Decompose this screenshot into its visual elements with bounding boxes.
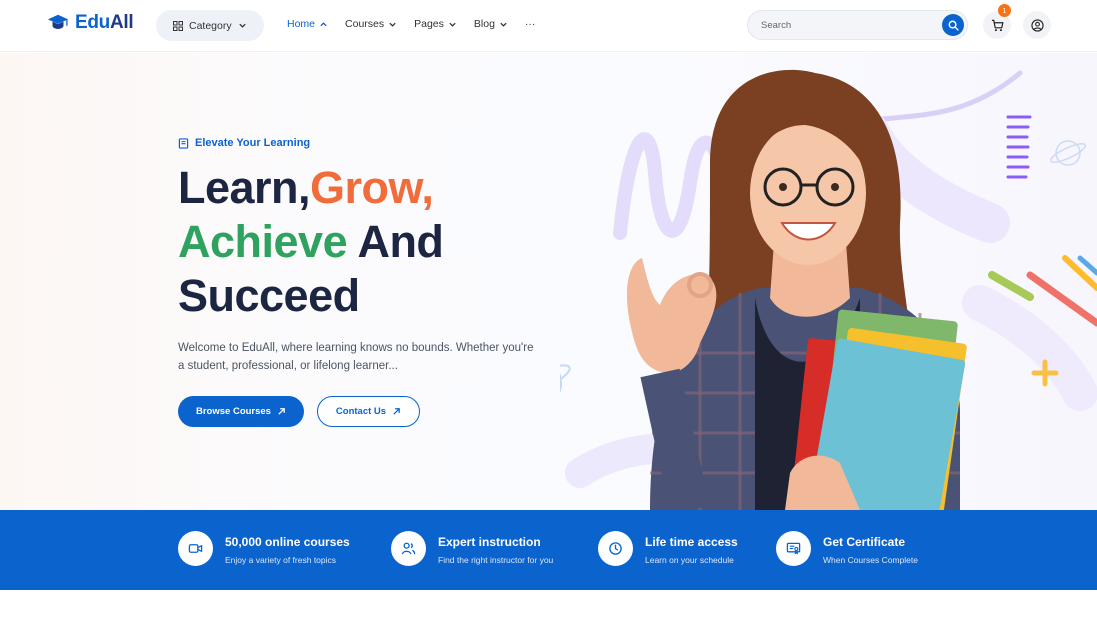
- feature-title: Get Certificate: [823, 535, 906, 549]
- planet-icon: [1049, 140, 1087, 166]
- hero-description: Welcome to EduAll, where learning knows …: [178, 342, 534, 372]
- book-icon: [178, 137, 189, 149]
- feature-title: Expert instruction: [438, 535, 541, 549]
- nav-item-pages[interactable]: Pages: [414, 18, 457, 30]
- user-icon: [1030, 18, 1044, 32]
- headline-word-accent: Achieve: [178, 216, 348, 267]
- chevron-up-icon: [320, 21, 327, 26]
- contact-us-button[interactable]: Contact Us: [317, 396, 420, 427]
- search-input[interactable]: [748, 11, 918, 39]
- feature-subtitle: When Courses Complete: [823, 555, 918, 565]
- planet-icon: [560, 364, 571, 402]
- certificate-icon: [776, 531, 811, 566]
- search-button[interactable]: [942, 14, 964, 36]
- hero-headline: Learn,Grow, Achieve And Succeed: [178, 161, 444, 323]
- features-bar: 50,000 online courses Enjoy a variety of…: [0, 510, 1097, 590]
- headline-word: Succeed: [178, 270, 360, 321]
- feature-expert-instruction: Expert instruction Find the right instru…: [391, 531, 553, 566]
- arrow-up-right-icon: [278, 408, 285, 415]
- graduation-cap-icon: [47, 14, 69, 29]
- feature-online-courses: 50,000 online courses Enjoy a variety of…: [178, 531, 350, 566]
- feature-lifetime-access: Life time access Learn on your schedule: [598, 531, 738, 566]
- clock-icon: [598, 531, 633, 566]
- chevron-down-icon: [449, 22, 456, 27]
- category-button[interactable]: Category: [156, 10, 264, 41]
- browse-courses-button[interactable]: Browse Courses: [178, 396, 304, 427]
- grid-icon: [173, 20, 183, 31]
- student-image: [626, 69, 967, 510]
- users-icon: [391, 531, 426, 566]
- cart-icon: [991, 19, 1003, 31]
- feature-title: Life time access: [645, 535, 738, 549]
- nav-item-courses[interactable]: Courses: [345, 18, 397, 30]
- user-account-button[interactable]: [1023, 11, 1051, 39]
- feature-title: 50,000 online courses: [225, 535, 350, 549]
- hero-illustration: [560, 69, 1097, 510]
- headline-word: Learn,: [178, 162, 311, 213]
- chevron-down-icon: [389, 22, 396, 27]
- feature-subtitle: Find the right instructor for you: [438, 555, 554, 565]
- cart-button[interactable]: 1: [983, 4, 1011, 39]
- nav-item-home[interactable]: Home: [287, 18, 328, 30]
- nav-item-blog[interactable]: Blog: [474, 18, 508, 30]
- headline-word: And: [347, 216, 444, 267]
- site-header: EduAll Category Home Courses Pages Blog: [0, 0, 1097, 52]
- headline-word-accent: Grow,: [310, 162, 434, 213]
- search-box: [747, 10, 968, 40]
- chevron-down-icon: [500, 22, 507, 27]
- more-menu-button[interactable]: ···: [525, 18, 536, 30]
- feature-subtitle: Learn on your schedule: [645, 555, 734, 565]
- feature-subtitle: Enjoy a variety of fresh topics: [225, 555, 337, 565]
- cart-count-badge: 1: [998, 4, 1011, 17]
- category-label: Category: [189, 19, 232, 32]
- logo-text: EduAll: [75, 12, 134, 33]
- main-nav: Home Courses Pages Blog ···: [287, 18, 535, 30]
- hero-section: Elevate Your Learning Learn,Grow, Achiev…: [0, 53, 1097, 510]
- search-icon: [948, 20, 959, 31]
- arrow-up-right-icon: [393, 408, 400, 415]
- chevron-down-icon: [238, 23, 246, 28]
- logo[interactable]: EduAll: [47, 12, 134, 34]
- feature-certificate: Get Certificate When Courses Complete: [776, 531, 918, 566]
- video-icon: [178, 531, 213, 566]
- more-icon: ···: [524, 18, 536, 30]
- hero-tagline: Elevate Your Learning: [178, 137, 310, 149]
